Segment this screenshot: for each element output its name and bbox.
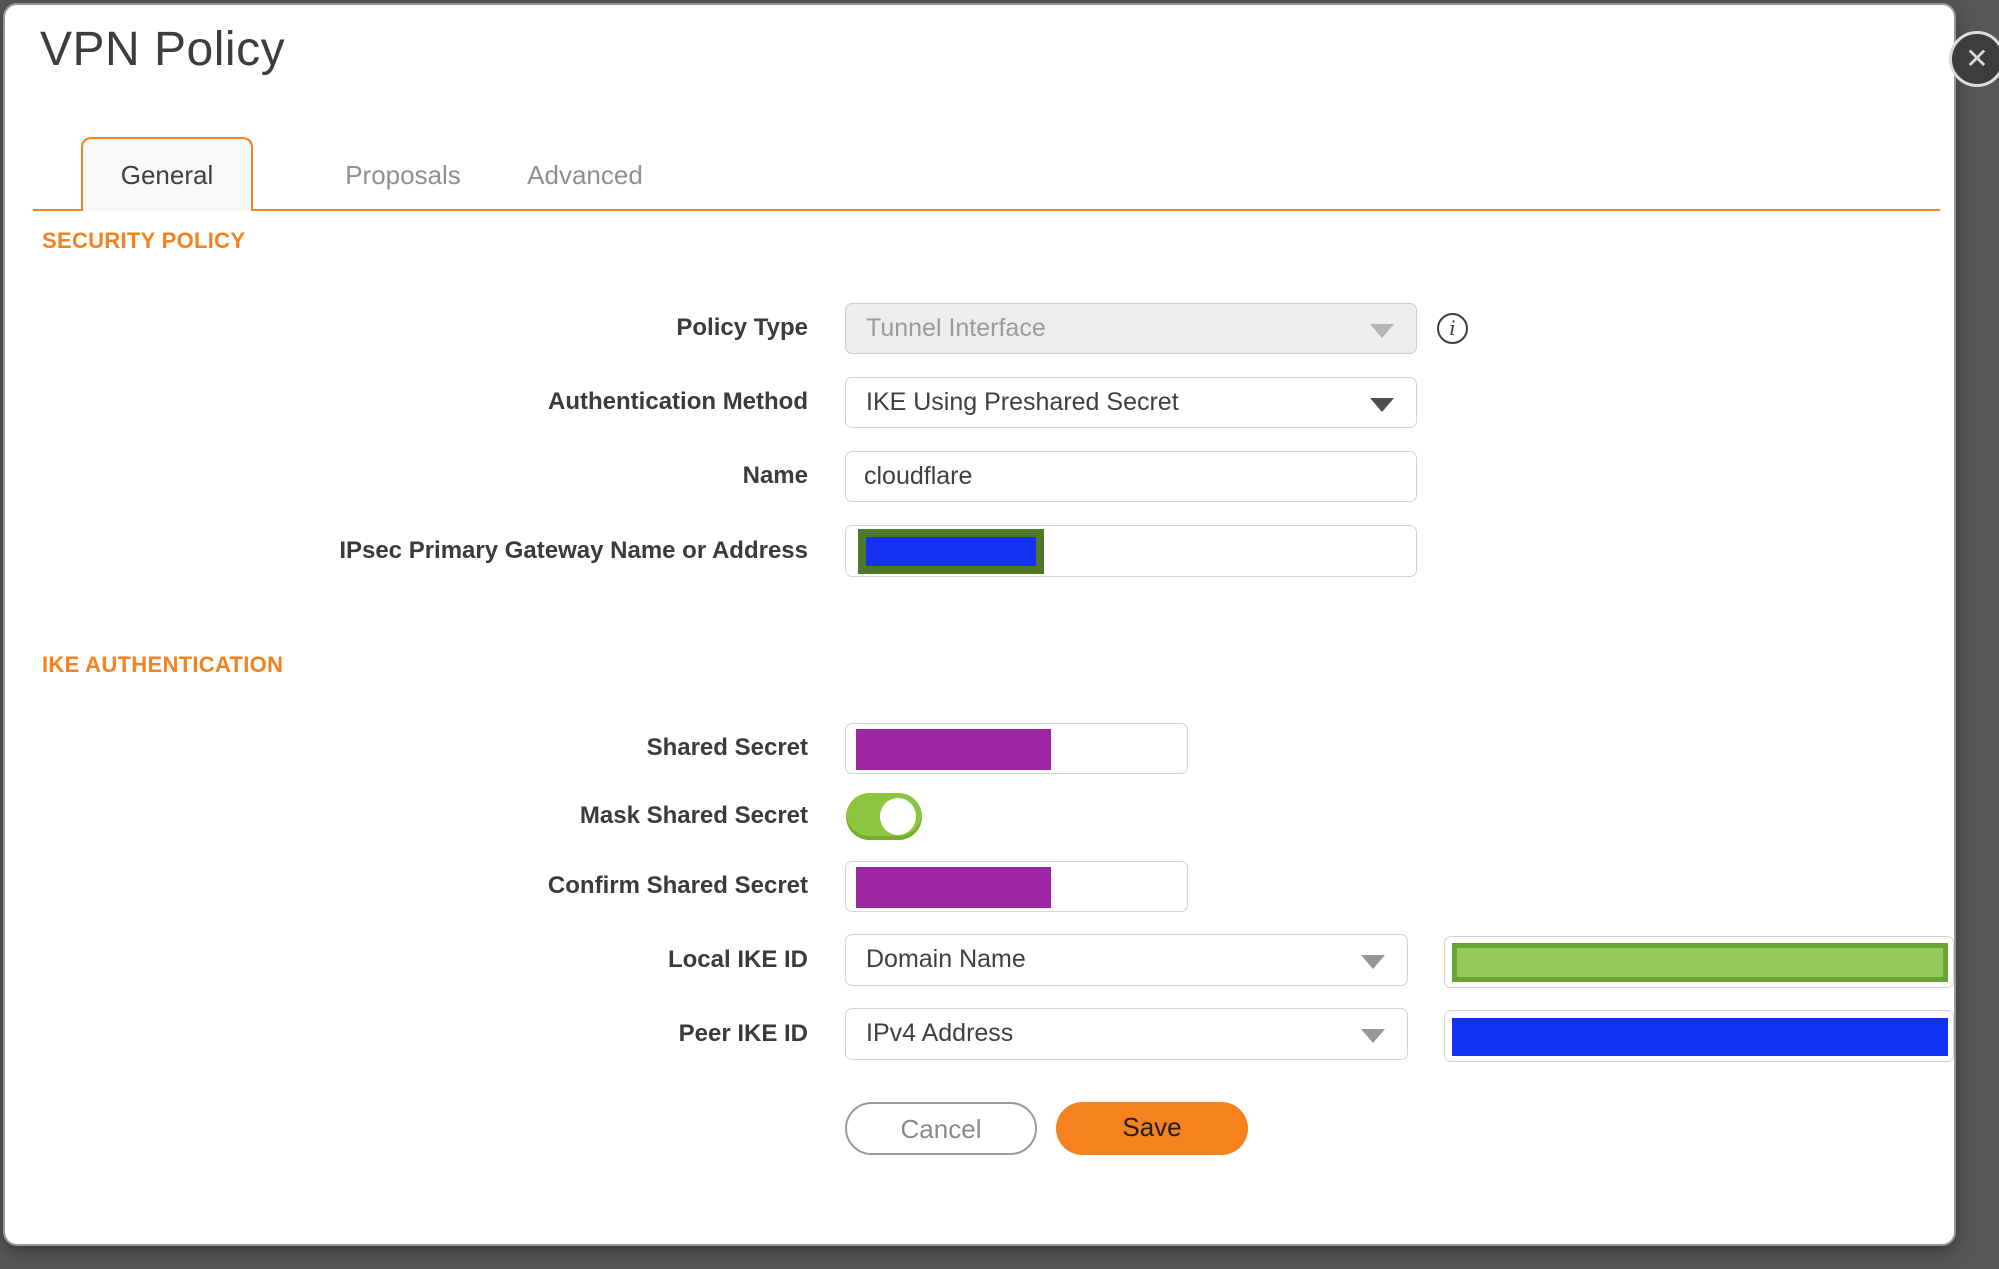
- gateway-redaction-box: [858, 529, 1044, 574]
- peer-ike-id-select[interactable]: IPv4 Address: [845, 1008, 1408, 1060]
- name-label: Name: [742, 462, 808, 489]
- close-icon: ✕: [1965, 43, 1989, 74]
- info-icon[interactable]: i: [1437, 313, 1468, 344]
- chevron-down-icon: [1370, 323, 1394, 338]
- toggle-knob: [880, 798, 916, 835]
- tab-advanced-label: Advanced: [527, 160, 643, 190]
- cancel-button[interactable]: Cancel: [845, 1102, 1037, 1155]
- shared-secret-input[interactable]: [845, 723, 1188, 774]
- local-ike-id-redaction-box: [1452, 943, 1948, 982]
- mask-shared-secret-label: Mask Shared Secret: [579, 802, 808, 829]
- tab-general-label: General: [120, 160, 214, 190]
- tab-proposals[interactable]: Proposals: [323, 139, 483, 211]
- peer-ike-id-label: Peer IKE ID: [678, 1020, 808, 1047]
- peer-ike-id-value-input[interactable]: [1444, 1010, 1954, 1062]
- local-ike-id-label: Local IKE ID: [667, 946, 808, 973]
- confirm-shared-secret-input[interactable]: [845, 861, 1188, 912]
- tab-advanced[interactable]: Advanced: [505, 139, 665, 211]
- name-input[interactable]: [846, 452, 1416, 501]
- authentication-method-select[interactable]: IKE Using Preshared Secret: [845, 377, 1417, 428]
- local-ike-id-type: Domain Name: [866, 945, 1026, 973]
- section-security-policy: SECURITY POLICY: [42, 228, 246, 253]
- policy-type-label: Policy Type: [676, 314, 808, 341]
- authentication-method-label: Authentication Method: [548, 388, 808, 415]
- peer-ike-id-redaction-box: [1452, 1018, 1948, 1056]
- save-button[interactable]: Save: [1056, 1102, 1248, 1155]
- name-field-wrap: [845, 451, 1417, 502]
- authentication-method-value: IKE Using Preshared Secret: [866, 388, 1179, 416]
- tab-proposals-label: Proposals: [345, 160, 461, 190]
- policy-type-select: Tunnel Interface: [845, 303, 1417, 354]
- close-button[interactable]: ✕: [1949, 31, 1999, 87]
- chevron-down-icon: [1370, 397, 1394, 412]
- gateway-input[interactable]: [845, 525, 1417, 577]
- chevron-down-icon: [1361, 1029, 1385, 1043]
- tab-bar: General Proposals Advanced: [33, 137, 1940, 211]
- confirm-shared-secret-redaction-box: [856, 867, 1051, 908]
- section-ike-authentication: IKE AUTHENTICATION: [42, 652, 284, 677]
- peer-ike-id-type: IPv4 Address: [866, 1019, 1014, 1047]
- mask-shared-secret-toggle[interactable]: [846, 793, 922, 840]
- chevron-down-icon: [1361, 955, 1385, 969]
- local-ike-id-value-input[interactable]: [1444, 936, 1954, 988]
- local-ike-id-select[interactable]: Domain Name: [845, 934, 1408, 986]
- modal-overlay: VPN Policy ✕ General Proposals Advanced …: [0, 0, 1999, 1269]
- tab-general[interactable]: General: [81, 137, 253, 211]
- confirm-shared-secret-label: Confirm Shared Secret: [547, 872, 808, 899]
- dialog-title: VPN Policy: [40, 23, 286, 76]
- shared-secret-label: Shared Secret: [646, 734, 808, 761]
- shared-secret-redaction-box: [856, 729, 1051, 770]
- gateway-label: IPsec Primary Gateway Name or Address: [339, 537, 808, 564]
- policy-type-value: Tunnel Interface: [866, 314, 1046, 342]
